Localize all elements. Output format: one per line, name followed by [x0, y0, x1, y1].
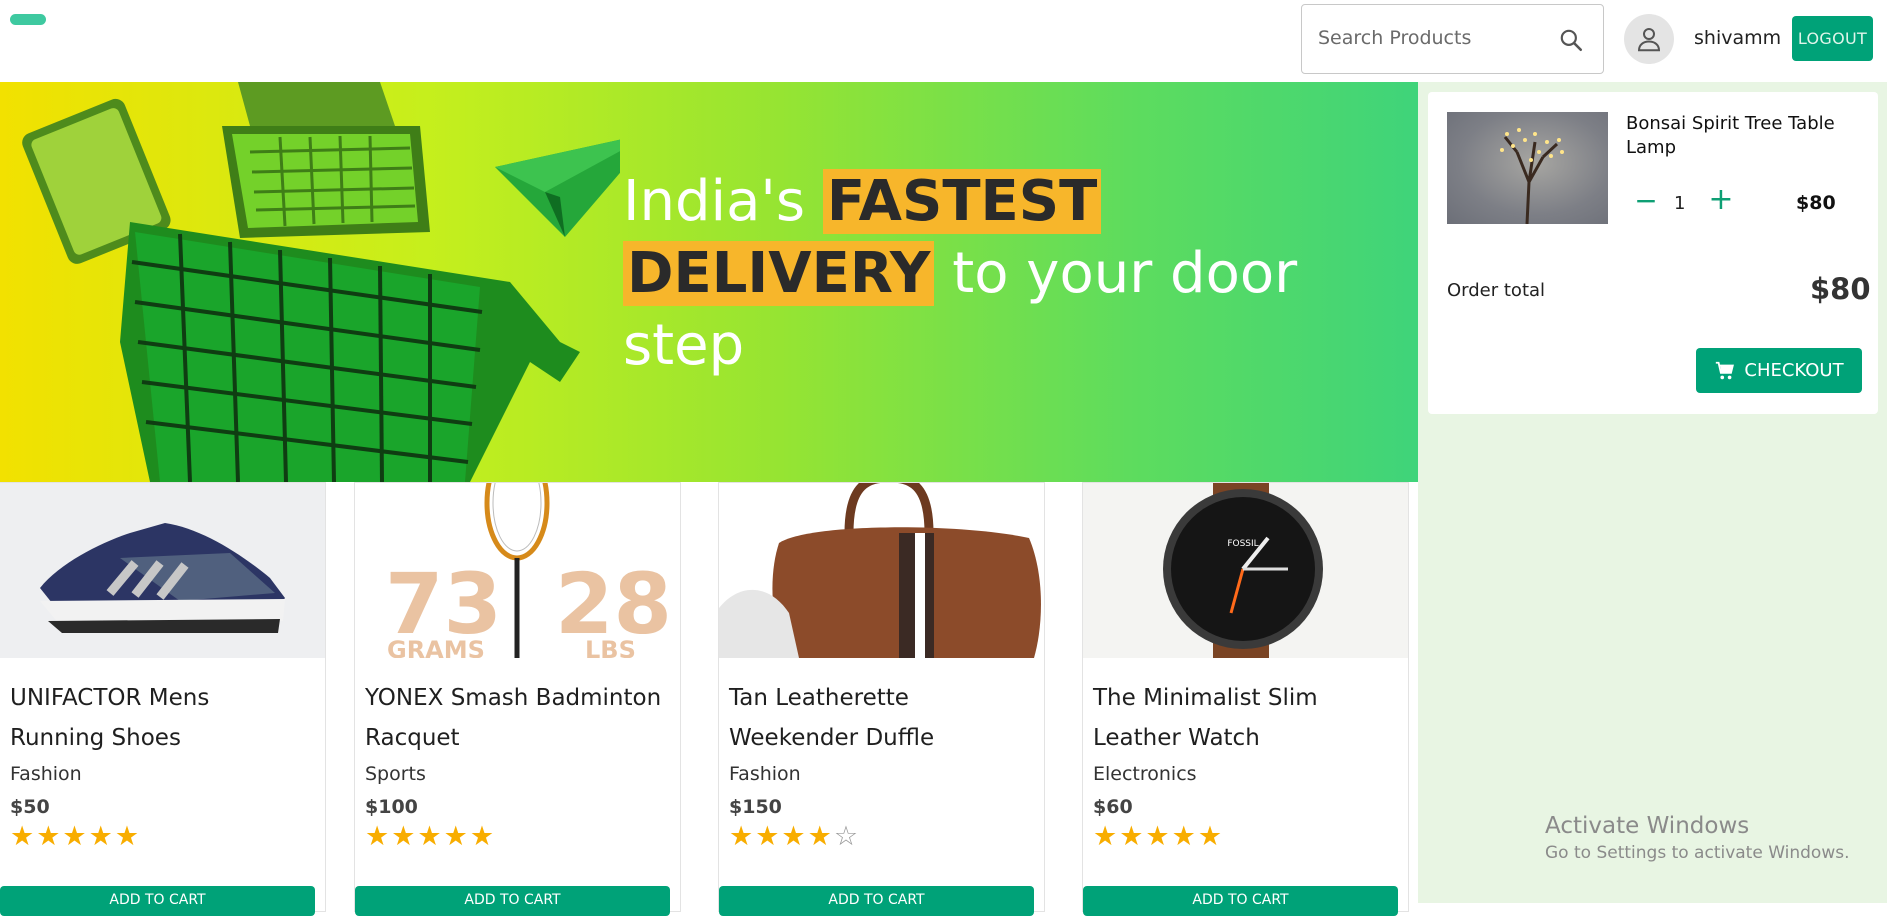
- logout-button[interactable]: LOGOUT: [1792, 16, 1873, 61]
- search-input[interactable]: [1318, 27, 1548, 49]
- product-price: $50: [10, 796, 50, 818]
- increase-quantity-button[interactable]: +: [1708, 185, 1734, 215]
- cart-item-name: Bonsai Spirit Tree Table Lamp: [1626, 113, 1835, 158]
- checkout-button[interactable]: CHECKOUT: [1696, 348, 1862, 393]
- watermark-title: Activate Windows: [1545, 813, 1750, 839]
- add-to-cart-button[interactable]: ADD TO CART: [0, 886, 315, 916]
- order-total-label: Order total: [1447, 280, 1546, 301]
- username: shivamm: [1694, 27, 1782, 49]
- product-card[interactable]: Tan Leatherette Weekender Duffle Fashion…: [718, 482, 1045, 916]
- racquet-stat-right-unit: LBS: [585, 636, 636, 658]
- product-card[interactable]: UNIFACTOR Mens Running Shoes Fashion $50…: [0, 482, 326, 916]
- product-category: Fashion: [729, 763, 801, 785]
- product-category: Sports: [365, 763, 426, 785]
- product-card[interactable]: 73 GRAMS 28 LBS YONEX Smash Badminton Ra…: [354, 482, 681, 916]
- avatar[interactable]: [1624, 14, 1674, 64]
- product-category: Electronics: [1093, 763, 1197, 785]
- search-icon[interactable]: [1558, 27, 1584, 53]
- product-card[interactable]: FOSSIL The Minimalist Slim Leather Watch…: [1082, 482, 1409, 916]
- checkout-label: CHECKOUT: [1744, 360, 1844, 381]
- user-icon: [1637, 28, 1661, 52]
- cart-panel: Bonsai Spirit Tree Table Lamp − 1 + $80 …: [1428, 92, 1878, 414]
- product-rating: ★★★★★: [365, 821, 497, 852]
- racquet-image: 73 GRAMS 28 LBS: [355, 483, 680, 658]
- product-category: Fashion: [10, 763, 82, 785]
- hero-headline: India's FASTEST DELIVERY to your door st…: [623, 166, 1303, 382]
- add-to-cart-button[interactable]: ADD TO CART: [719, 886, 1034, 916]
- hero-text-highlight-1: FASTEST: [822, 169, 1102, 234]
- product-price: $150: [729, 796, 782, 818]
- hero-banner: India's FASTEST DELIVERY to your door st…: [0, 82, 1418, 482]
- product-rating: ★★★★★: [10, 821, 142, 852]
- lamp-image: [1447, 112, 1608, 224]
- watermark-subtitle: Go to Settings to activate Windows.: [1545, 843, 1850, 863]
- cart-icon: [1716, 361, 1735, 379]
- product-price: $60: [1093, 796, 1133, 818]
- product-price: $100: [365, 796, 418, 818]
- product-name[interactable]: Tan Leatherette Weekender Duffle: [729, 678, 1029, 758]
- order-total-value: $80: [1810, 272, 1871, 306]
- hero-text-highlight-2: DELIVERY: [623, 241, 935, 306]
- search-box[interactable]: [1301, 4, 1604, 74]
- watch-image: FOSSIL: [1083, 483, 1408, 658]
- shoe-image: [0, 483, 325, 658]
- product-rating: ★★★★☆: [729, 821, 861, 852]
- windows-activation-watermark: Activate Windows Go to Settings to activ…: [1545, 813, 1850, 863]
- product-name[interactable]: YONEX Smash Badminton Racquet: [365, 678, 665, 758]
- product-name[interactable]: The Minimalist Slim Leather Watch: [1093, 678, 1393, 758]
- shopping-cart-illustration: [22, 82, 620, 482]
- product-name[interactable]: UNIFACTOR Mens Running Shoes: [10, 678, 310, 758]
- add-to-cart-button[interactable]: ADD TO CART: [1083, 886, 1398, 916]
- decrease-quantity-button[interactable]: −: [1633, 187, 1659, 216]
- top-header: shivamm LOGOUT: [0, 0, 1887, 82]
- quantity-value: 1: [1674, 193, 1686, 214]
- watch-brand: FOSSIL: [1227, 539, 1258, 549]
- logo[interactable]: [10, 14, 46, 25]
- product-rating: ★★★★★: [1093, 821, 1225, 852]
- add-to-cart-button[interactable]: ADD TO CART: [355, 886, 670, 916]
- hero-text-1: India's: [623, 169, 805, 234]
- duffle-bag-image: [719, 483, 1044, 658]
- racquet-stat-left-unit: GRAMS: [387, 636, 485, 658]
- cart-item-price: $80: [1796, 192, 1836, 214]
